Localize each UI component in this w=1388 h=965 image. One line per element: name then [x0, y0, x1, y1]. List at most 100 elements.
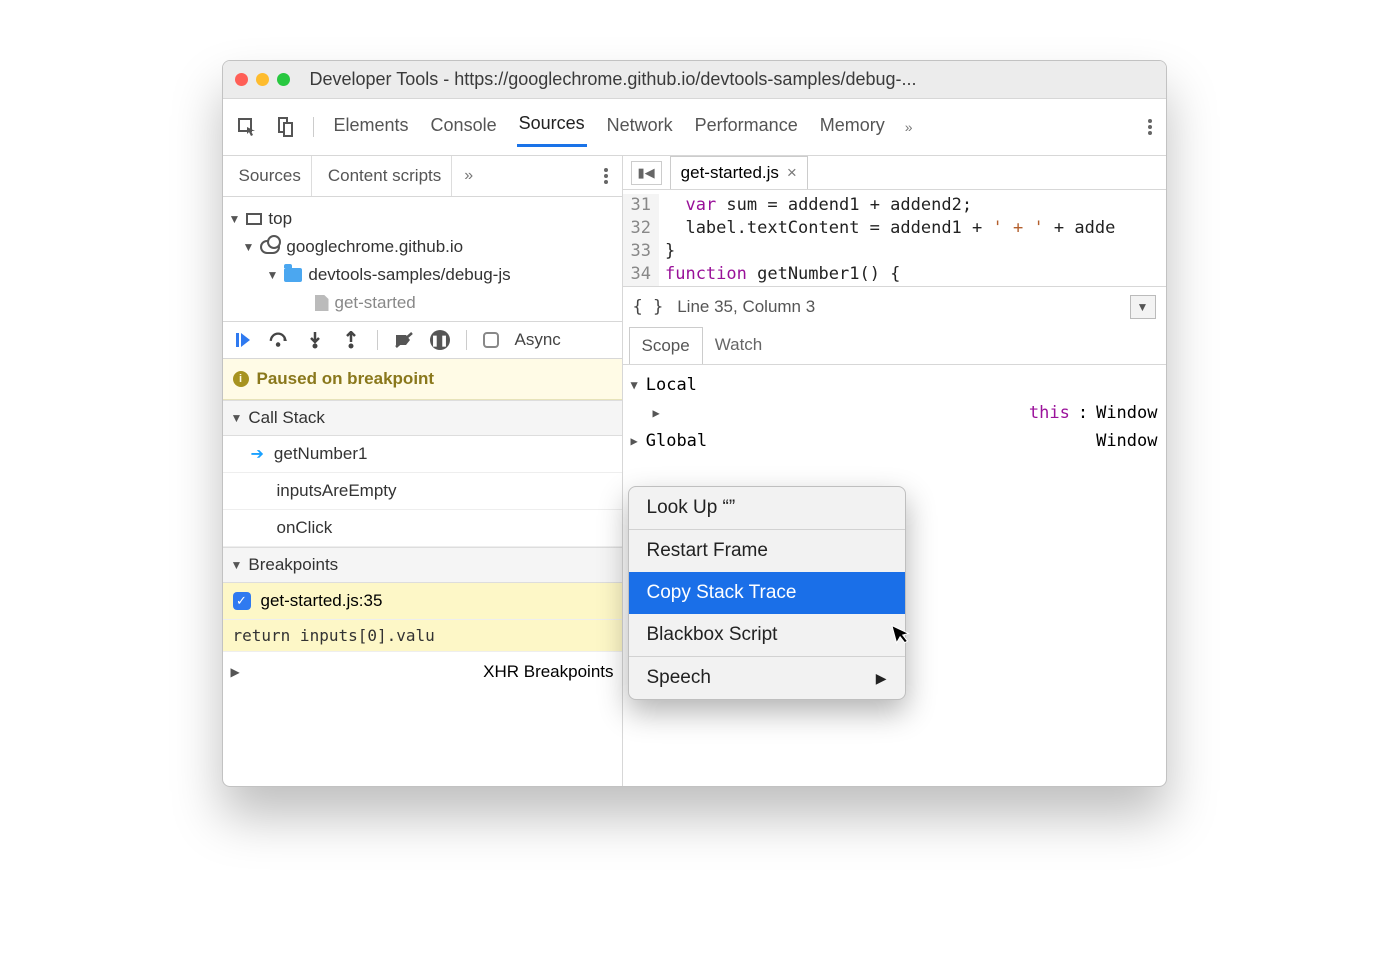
scope-this[interactable]: this: Window	[631, 399, 1158, 427]
disclosure-down-icon[interactable]	[231, 411, 243, 425]
code-body[interactable]: var sum = addend1 + addend2; label.textC…	[659, 194, 1115, 286]
file-tree: top googlechrome.github.io devtools-samp…	[223, 197, 622, 321]
xhr-breakpoints-label: XHR Breakpoints	[483, 662, 613, 682]
main-toolbar: Elements Console Sources Network Perform…	[223, 99, 1166, 156]
tab-memory[interactable]: Memory	[818, 109, 887, 146]
breakpoint-item[interactable]: ✓ get-started.js:35	[223, 583, 622, 620]
disclosure-right-icon[interactable]	[631, 434, 638, 448]
device-toolbar-icon[interactable]	[275, 117, 295, 137]
disclosure-right-icon[interactable]	[653, 406, 1021, 420]
ctx-blackbox-script[interactable]: Blackbox Script	[629, 614, 905, 656]
breakpoints-header[interactable]: Breakpoints	[223, 547, 622, 583]
scope-pane: Local this: Window Global Window	[623, 365, 1166, 461]
tab-performance[interactable]: Performance	[693, 109, 800, 146]
file-icon	[315, 295, 329, 311]
async-label: Async	[515, 330, 561, 350]
breakpoint-checkbox[interactable]: ✓	[233, 592, 251, 610]
tree-file-label: get-started	[335, 293, 416, 313]
code-editor[interactable]: 31323334 var sum = addend1 + addend2; la…	[623, 190, 1166, 286]
ctx-speech-label: Speech	[647, 667, 711, 689]
callstack-frame-label: getNumber1	[274, 444, 368, 464]
callstack-frame[interactable]: inputsAreEmpty	[223, 473, 622, 510]
folder-icon	[284, 268, 302, 282]
callstack-header-label: Call Stack	[248, 408, 325, 428]
callstack-frame-label: inputsAreEmpty	[277, 481, 397, 501]
traffic-zoom-icon[interactable]	[277, 73, 290, 86]
subtab-overflow-icon[interactable]: »	[458, 167, 479, 185]
traffic-minimize-icon[interactable]	[256, 73, 269, 86]
ctx-restart-frame[interactable]: Restart Frame	[629, 530, 905, 572]
disclosure-down-icon[interactable]	[267, 268, 279, 282]
tab-watch[interactable]: Watch	[703, 327, 775, 364]
deactivate-breakpoints-icon[interactable]	[394, 330, 414, 350]
tab-sources[interactable]: Sources	[517, 107, 587, 147]
devtools-window: Developer Tools - https://googlechrome.g…	[222, 60, 1167, 787]
tree-folder[interactable]: devtools-samples/debug-js	[227, 261, 616, 289]
callstack-frame[interactable]: onClick	[223, 510, 622, 547]
inspect-element-icon[interactable]	[237, 117, 257, 137]
breakpoint-code: return inputs[0].valu	[223, 620, 622, 652]
pause-on-exceptions-icon[interactable]: ❚❚	[430, 330, 450, 350]
callstack-frame[interactable]: ➔ getNumber1	[223, 436, 622, 473]
context-menu: Look Up “” Restart Frame Copy Stack Trac…	[628, 486, 906, 700]
disclosure-right-icon[interactable]	[231, 665, 478, 679]
submenu-arrow-icon: ▶	[876, 670, 887, 687]
scope-global[interactable]: Global Window	[631, 427, 1158, 455]
step-into-icon[interactable]	[305, 330, 325, 350]
cursor-location: Line 35, Column 3	[677, 297, 815, 317]
tree-file[interactable]: get-started	[227, 289, 616, 317]
step-over-icon[interactable]	[269, 330, 289, 350]
editor-tab[interactable]: get-started.js ×	[670, 156, 808, 189]
ctx-speech[interactable]: Speech ▶	[629, 657, 905, 699]
disclosure-down-icon[interactable]	[631, 378, 638, 392]
callstack-header[interactable]: Call Stack	[223, 400, 622, 436]
disclosure-down-icon[interactable]	[243, 240, 255, 254]
kebab-menu-icon[interactable]	[1148, 119, 1152, 135]
tab-close-icon[interactable]: ×	[787, 163, 797, 183]
ctx-copy-stack-trace[interactable]: Copy Stack Trace	[629, 572, 905, 614]
scope-local-label: Local	[646, 375, 697, 395]
editor-tabstrip: ▮◀ get-started.js ×	[623, 156, 1166, 190]
navigator-kebab-icon[interactable]	[604, 168, 608, 184]
xhr-breakpoints-header[interactable]: XHR Breakpoints	[223, 652, 622, 692]
tab-console[interactable]: Console	[429, 109, 499, 146]
breakpoint-label: get-started.js:35	[261, 591, 383, 611]
traffic-close-icon[interactable]	[235, 73, 248, 86]
pause-banner: i Paused on breakpoint	[223, 359, 622, 400]
editor-tab-label: get-started.js	[681, 163, 779, 183]
debugger-toolbar: ❚❚ Async	[223, 321, 622, 359]
scope-global-val: Window	[1096, 431, 1157, 451]
editor-footer: { } Line 35, Column 3 ▼	[623, 286, 1166, 327]
tab-elements[interactable]: Elements	[332, 109, 411, 146]
left-panel: Sources Content scripts » top googlechro…	[223, 156, 623, 786]
scope-local[interactable]: Local	[631, 371, 1158, 399]
frame-icon	[246, 213, 262, 225]
ctx-look-up[interactable]: Look Up “”	[629, 487, 905, 529]
disclosure-down-icon[interactable]	[229, 212, 241, 226]
tab-network[interactable]: Network	[605, 109, 675, 146]
titlebar: Developer Tools - https://googlechrome.g…	[223, 61, 1166, 99]
more-tabs-icon[interactable]: »	[905, 119, 913, 135]
tree-top[interactable]: top	[227, 205, 616, 233]
tree-domain[interactable]: googlechrome.github.io	[227, 233, 616, 261]
window-title: Developer Tools - https://googlechrome.g…	[310, 69, 1154, 90]
subtab-sources[interactable]: Sources	[229, 156, 312, 196]
pretty-print-icon[interactable]: { }	[633, 297, 664, 317]
async-checkbox[interactable]	[483, 332, 499, 348]
scope-global-label: Global	[646, 431, 707, 451]
editor-dropdown-icon[interactable]: ▼	[1130, 295, 1156, 319]
sidebar-tabs: Scope Watch	[623, 327, 1166, 365]
pause-banner-text: Paused on breakpoint	[257, 369, 435, 389]
step-out-icon[interactable]	[341, 330, 361, 350]
navigator-toggle-icon[interactable]: ▮◀	[631, 161, 662, 185]
resume-icon[interactable]	[233, 330, 253, 350]
cloud-icon	[260, 240, 280, 254]
scope-this-val: Window	[1096, 403, 1157, 423]
tab-scope[interactable]: Scope	[629, 327, 703, 364]
info-icon: i	[233, 371, 249, 387]
tree-folder-label: devtools-samples/debug-js	[308, 265, 510, 285]
disclosure-down-icon[interactable]	[231, 558, 243, 572]
subtab-content-scripts[interactable]: Content scripts	[318, 156, 452, 196]
callstack-frame-label: onClick	[277, 518, 333, 538]
tree-domain-label: googlechrome.github.io	[286, 237, 463, 257]
